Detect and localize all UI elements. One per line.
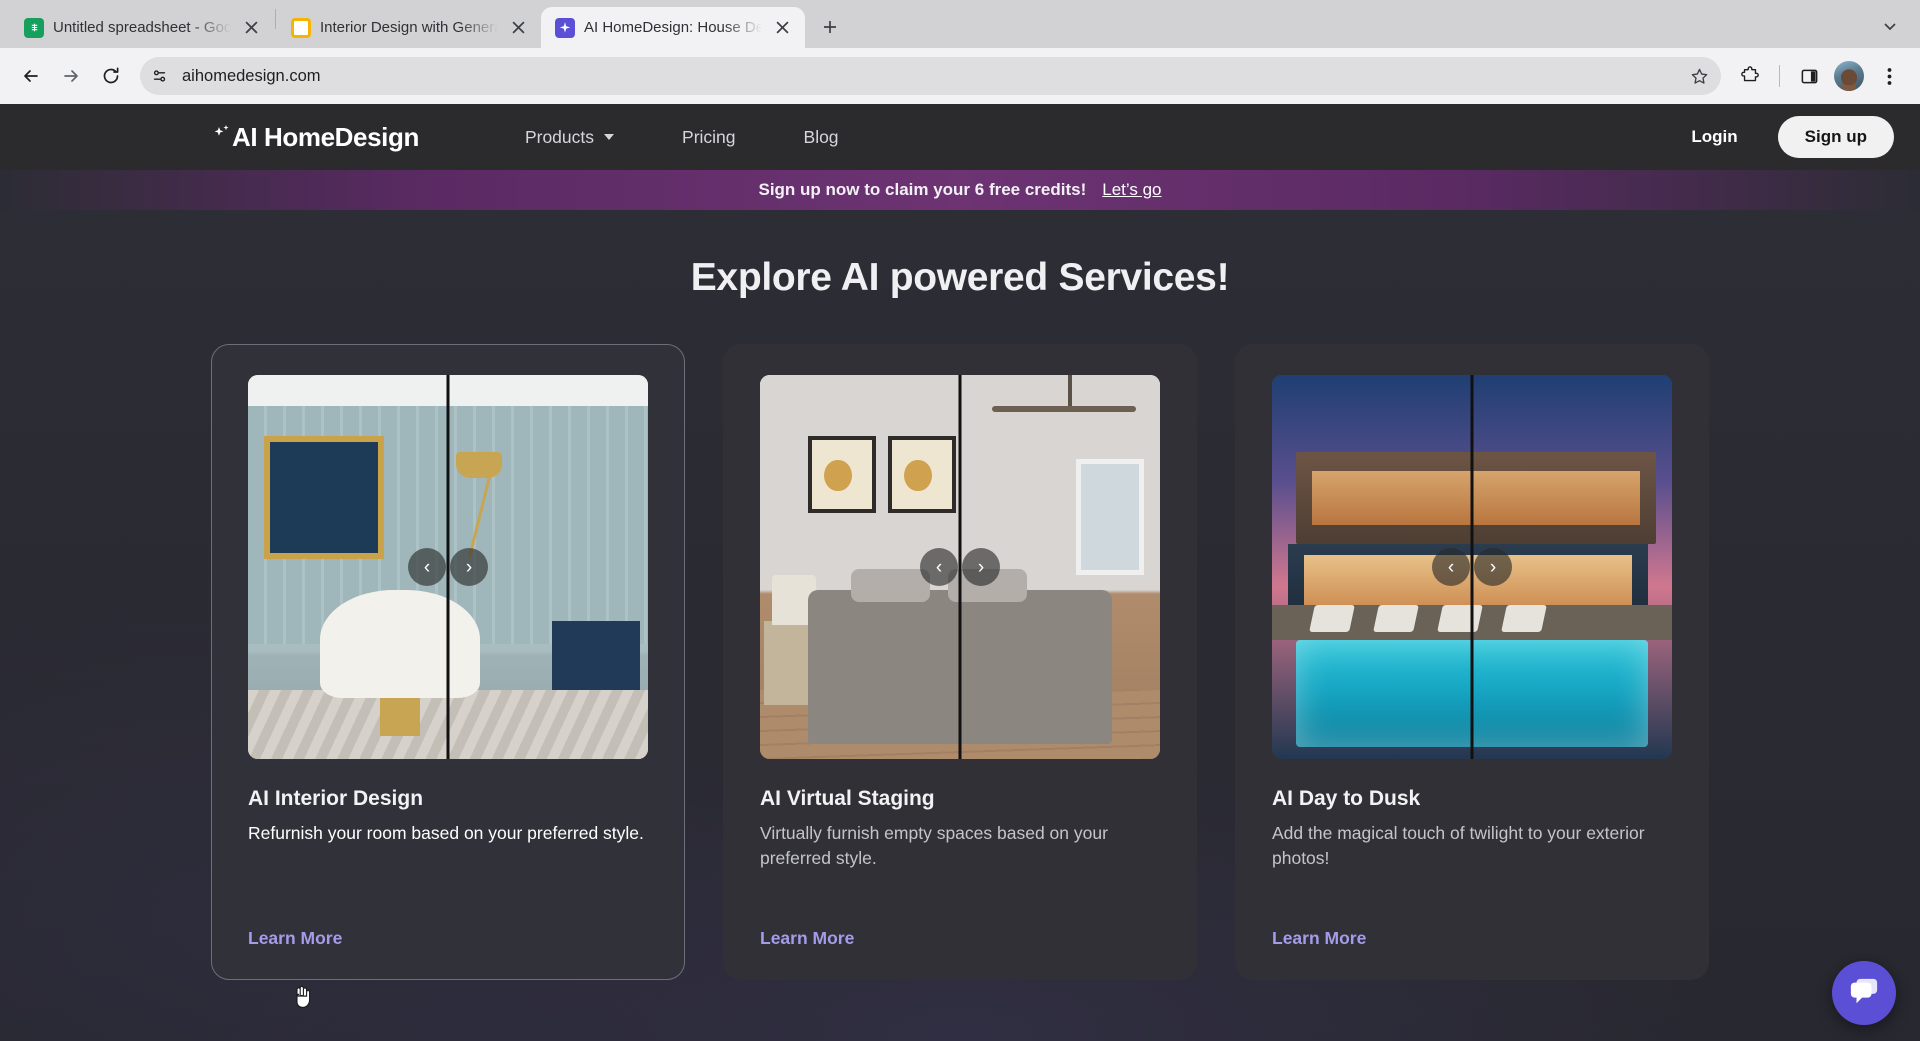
learn-more-link[interactable]: Learn More xyxy=(248,928,342,949)
promo-banner: Sign up now to claim your 6 free credits… xyxy=(0,170,1920,210)
browser-tab-3[interactable]: AI HomeDesign: House Design AI xyxy=(541,7,805,48)
services-card-grid: ‹ › AI Interior Design Refurnish your ro… xyxy=(0,344,1920,980)
tab-title: AI HomeDesign: House Design AI xyxy=(584,19,762,36)
card-description: Refurnish your room based on your prefer… xyxy=(248,821,648,846)
chat-widget-button[interactable] xyxy=(1832,961,1896,1025)
tab-title: Untitled spreadsheet - Google Sheets xyxy=(53,19,231,36)
card-title: AI Virtual Staging xyxy=(760,787,1160,811)
before-after-comparison-image[interactable]: ‹ › xyxy=(248,375,648,759)
before-after-comparison-image[interactable]: ‹ › xyxy=(1272,375,1672,759)
login-button[interactable]: Login xyxy=(1673,117,1755,157)
signup-button[interactable]: Sign up xyxy=(1778,116,1894,158)
reload-icon[interactable] xyxy=(92,57,130,95)
main-content: Explore AI powered Services! xyxy=(0,210,1920,980)
carousel-next-button[interactable]: › xyxy=(450,548,488,586)
star-icon[interactable] xyxy=(1683,60,1715,92)
service-card-ai-day-to-dusk[interactable]: ‹ › AI Day to Dusk Add the magical touch… xyxy=(1235,344,1709,980)
carousel-next-button[interactable]: › xyxy=(962,548,1000,586)
generic-page-icon xyxy=(291,18,311,38)
nav-item-blog[interactable]: Blog xyxy=(770,117,873,158)
browser-toolbar: aihomedesign.com xyxy=(0,48,1920,104)
card-description: Virtually furnish empty spaces based on … xyxy=(760,821,1160,872)
site-logo[interactable]: AI HomeDesign xyxy=(212,122,419,153)
browser-window: Untitled spreadsheet - Google Sheets Int… xyxy=(0,0,1920,1041)
service-card-ai-virtual-staging[interactable]: ‹ › AI Virtual Staging Virtually furnish… xyxy=(723,344,1197,980)
nav-label: Products xyxy=(525,127,594,148)
nav-item-products[interactable]: Products xyxy=(491,117,648,158)
chevron-down-icon xyxy=(604,134,614,140)
puzzle-icon[interactable] xyxy=(1731,57,1769,95)
chat-bubble-icon xyxy=(1848,976,1880,1011)
close-icon[interactable] xyxy=(771,17,793,39)
card-description: Add the magical touch of twilight to you… xyxy=(1272,821,1672,872)
url-text[interactable]: aihomedesign.com xyxy=(176,67,1683,86)
service-card-ai-interior-design[interactable]: ‹ › AI Interior Design Refurnish your ro… xyxy=(211,344,685,980)
site-header: AI HomeDesign Products Pricing Blog Logi… xyxy=(0,104,1920,170)
page-viewport: AI HomeDesign Products Pricing Blog Logi… xyxy=(0,104,1920,1041)
sheets-icon xyxy=(24,18,44,38)
browser-tab-1[interactable]: Untitled spreadsheet - Google Sheets xyxy=(10,7,274,48)
nav-label: Pricing xyxy=(682,127,736,148)
carousel-prev-button[interactable]: ‹ xyxy=(920,548,958,586)
browser-tab-2[interactable]: Interior Design with Generative AI xyxy=(277,7,541,48)
nav-label: Blog xyxy=(804,127,839,148)
close-icon[interactable] xyxy=(507,17,529,39)
site-settings-icon[interactable] xyxy=(144,60,176,92)
page-title: Explore AI powered Services! xyxy=(0,256,1920,300)
back-arrow-icon[interactable] xyxy=(12,57,50,95)
address-bar[interactable]: aihomedesign.com xyxy=(140,57,1721,95)
learn-more-link[interactable]: Learn More xyxy=(760,928,854,949)
side-panel-icon[interactable] xyxy=(1790,57,1828,95)
carousel-next-button[interactable]: › xyxy=(1474,548,1512,586)
carousel-controls: ‹ › xyxy=(408,548,488,586)
three-dot-menu-icon[interactable] xyxy=(1870,57,1908,95)
promo-text: Sign up now to claim your 6 free credits… xyxy=(758,180,1086,200)
nav-item-pricing[interactable]: Pricing xyxy=(648,117,770,158)
ai-homedesign-icon xyxy=(555,18,575,38)
new-tab-button[interactable] xyxy=(813,10,847,44)
forward-arrow-icon[interactable] xyxy=(52,57,90,95)
card-title: AI Day to Dusk xyxy=(1272,787,1672,811)
close-icon[interactable] xyxy=(240,17,262,39)
avatar[interactable] xyxy=(1834,61,1864,91)
tab-strip: Untitled spreadsheet - Google Sheets Int… xyxy=(0,0,1920,48)
chevron-down-icon[interactable] xyxy=(1874,10,1906,42)
promo-cta-link[interactable]: Let’s go xyxy=(1102,180,1161,200)
carousel-prev-button[interactable]: ‹ xyxy=(408,548,446,586)
site-logo-text: AI HomeDesign xyxy=(232,122,419,153)
carousel-prev-button[interactable]: ‹ xyxy=(1432,548,1470,586)
carousel-controls: ‹ › xyxy=(1432,548,1512,586)
tab-title: Interior Design with Generative AI xyxy=(320,19,498,36)
sparkle-icon xyxy=(212,124,234,150)
site-nav: Products Pricing Blog xyxy=(491,117,873,158)
tab-divider xyxy=(275,9,276,29)
toolbar-divider xyxy=(1779,65,1780,87)
card-title: AI Interior Design xyxy=(248,787,648,811)
before-after-comparison-image[interactable]: ‹ › xyxy=(760,375,1160,759)
carousel-controls: ‹ › xyxy=(920,548,1000,586)
learn-more-link[interactable]: Learn More xyxy=(1272,928,1366,949)
